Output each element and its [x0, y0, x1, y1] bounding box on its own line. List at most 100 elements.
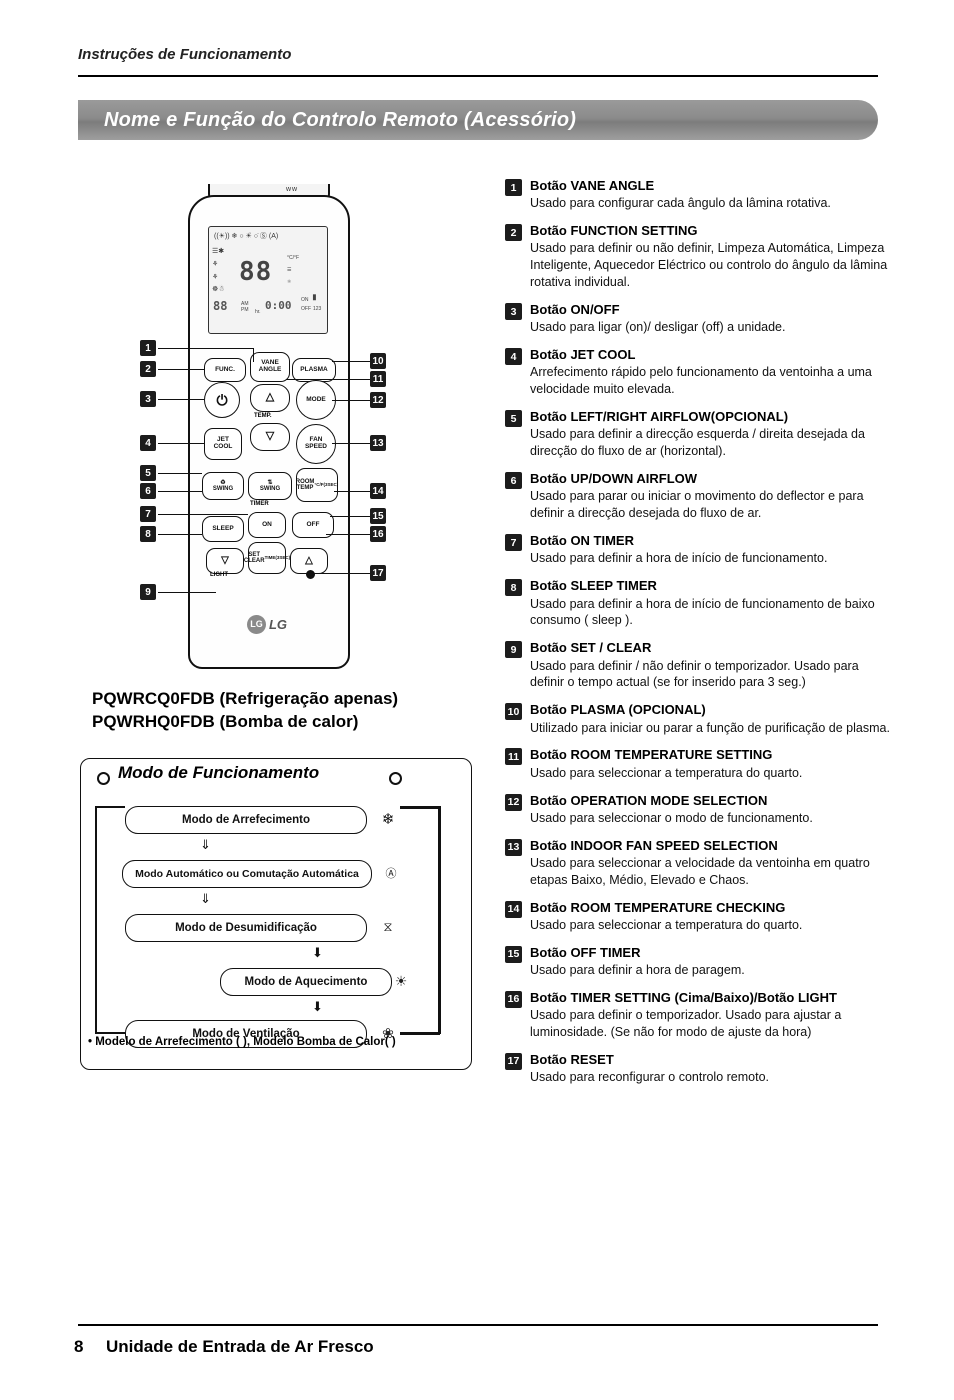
mode-title-dot-left [97, 772, 110, 785]
callout-1-leader-v [253, 348, 254, 362]
callout-13-leader [332, 443, 370, 444]
callout-8-leader [158, 534, 202, 535]
temp-down-button[interactable]: ▽ [250, 423, 290, 451]
section-title-bar: Nome e Função do Controlo Remoto (Acessó… [78, 100, 878, 140]
callout-17: 17 [370, 565, 386, 581]
jet-cool-button[interactable]: JET COOL [204, 428, 242, 460]
up-down-airflow-button[interactable]: ⇅ SWING [248, 472, 292, 500]
item-desc: Usado para definir ou não definir, Limpe… [530, 241, 888, 290]
header-rule [78, 75, 878, 77]
callout-6-leader [158, 491, 202, 492]
vane-angle-button[interactable]: VANE ANGLE [250, 352, 290, 382]
item-number: 3 [505, 303, 522, 320]
remote-illustration: ww ((☀)) ❄ ○ ☀̇ ○̇ Ⓢ (A) ☰✱ ⚘ ⚘ ☸☃ 88 °C… [140, 180, 430, 680]
callout-10-leader [332, 361, 370, 362]
list-item: 8 Botão SLEEP TIMER Usado para definir a… [505, 578, 895, 629]
left-right-airflow-button[interactable]: ♻ SWING [202, 472, 244, 500]
room-temp-button[interactable]: ROOM TEMP °C/F(3SEC) [296, 468, 338, 502]
fan-speed-button[interactable]: FAN SPEED [296, 424, 336, 464]
loop-top-line [95, 806, 125, 808]
remote-lcd: ((☀)) ❄ ○ ☀̇ ○̇ Ⓢ (A) ☰✱ ⚘ ⚘ ☸☃ 88 °C/°F… [208, 226, 328, 334]
sleep-button[interactable]: SLEEP [202, 516, 244, 542]
reset-hole-icon[interactable] [306, 570, 315, 579]
lcd-status-icons-row5: ☸☃ [212, 286, 225, 293]
item-desc: Utilizado para iniciar ou parar a função… [530, 720, 890, 735]
item-number: 10 [505, 703, 522, 721]
callout-2-leader [158, 369, 204, 370]
item-desc: Usado para seleccionar a velocidade da v… [530, 855, 870, 887]
callout-5-leader [158, 473, 202, 474]
item-desc: Usado para reconfigurar o controlo remot… [530, 1070, 770, 1085]
item-number: 2 [505, 224, 522, 242]
list-item: 3 Botão ON/OFF Usado para ligar (on)/ de… [505, 302, 895, 336]
list-item: 5 Botão LEFT/RIGHT AIRFLOW(OPCIONAL) Usa… [505, 409, 895, 460]
item-title: Botão VANE ANGLE [530, 178, 655, 193]
item-desc: Usado para parar ou iniciar o movimento … [530, 489, 864, 521]
auto-icon: Ⓐ [385, 868, 397, 880]
loop-left-line [95, 806, 97, 1034]
model-line-1: PQWRCQ0FDB (Refrigeração apenas) [92, 689, 399, 708]
item-number: 11 [505, 748, 522, 766]
lcd-small-value: 88 [213, 299, 228, 313]
arrow-down-2: ⇓ [200, 891, 211, 906]
item-title: Botão INDOOR FAN SPEED SELECTION [530, 837, 778, 853]
item-number: 14 [505, 900, 522, 918]
item-number: 8 [505, 579, 522, 597]
item-number: 13 [505, 838, 522, 856]
func-button[interactable]: FUNC. [204, 358, 246, 382]
callout-13: 13 [370, 435, 386, 451]
on-timer-button[interactable]: ON [248, 512, 286, 538]
callout-3: 3 [140, 391, 156, 407]
item-title: Botão PLASMA (OPCIONAL) [530, 702, 706, 718]
lcd-on-label: ON [301, 297, 309, 303]
item-desc: Usado para definir a hora de início de f… [530, 596, 875, 628]
item-number: 7 [505, 534, 522, 552]
callout-9-leader [158, 592, 216, 593]
lcd-hr-label: hr. [255, 309, 261, 315]
lcd-status-icons-row3: ⚘ [212, 261, 219, 268]
loop-right-line [438, 806, 441, 1034]
list-item: 9 Botão SET / CLEAR Usado para definir /… [505, 640, 895, 691]
arrow-down-4: ⬇ [312, 999, 323, 1014]
power-button[interactable]: ⏻ [204, 382, 240, 418]
callout-7-leader [158, 514, 248, 515]
timer-down-button[interactable]: ▽ [206, 548, 244, 574]
list-item: 13 Botão INDOOR FAN SPEED SELECTION Usad… [505, 838, 895, 889]
mode-diagram-note: • Modelo de Arrefecimento ( ), Modelo Bo… [88, 1036, 396, 1048]
item-desc: Usado para definir / não definir o tempo… [530, 658, 859, 690]
callout-5: 5 [140, 465, 156, 481]
item-title: Botão ON TIMER [530, 533, 634, 549]
footer-rule [78, 1324, 878, 1326]
page: Instruções de Funcionamento Nome e Funçã… [0, 0, 954, 1400]
temp-label: TEMP. [254, 413, 272, 419]
item-title: Botão OPERATION MODE SELECTION [530, 792, 768, 808]
lg-logo-mark: LG [246, 614, 266, 634]
ir-emitter-icon: ww [286, 186, 299, 193]
lg-logo-text: LG [268, 616, 288, 632]
item-number: 9 [505, 641, 522, 659]
item-title: Botão TIMER SETTING (Cima/Baixo)/Botão L… [530, 989, 837, 1005]
running-title: Instruções de Funcionamento [78, 46, 292, 63]
set-clear-button[interactable]: SET CLEAR TIME(3SEC) [244, 542, 290, 574]
item-number: 15 [505, 945, 522, 963]
callout-2: 2 [140, 361, 156, 377]
item-desc: Usado para definir o temporizador. Usado… [530, 1008, 842, 1039]
item-title: Botão SET / CLEAR [530, 640, 652, 656]
callout-1-leader [158, 348, 253, 349]
mode-button[interactable]: MODE [296, 380, 336, 420]
arrow-down-3: ⬇ [312, 945, 323, 960]
callout-3-leader [158, 399, 204, 400]
loop-right-top [400, 806, 440, 809]
callout-16-leader [326, 534, 370, 535]
callout-15: 15 [370, 508, 386, 524]
item-number: 12 [505, 793, 522, 811]
item-title: Botão JET COOL [530, 347, 636, 363]
item-desc: Usado para seleccionar a temperatura do … [530, 765, 803, 780]
temp-up-button[interactable]: △ [250, 384, 290, 412]
item-number: 6 [505, 472, 522, 490]
callout-10: 10 [370, 353, 386, 369]
callout-17-leader [313, 573, 370, 574]
callout-8: 8 [140, 526, 156, 542]
lcd-status-icons-row1: ((☀)) ❄ ○ ☀̇ ○̇ Ⓢ (A) [214, 233, 279, 240]
item-desc: Usado para definir a hora de início de f… [530, 551, 828, 566]
